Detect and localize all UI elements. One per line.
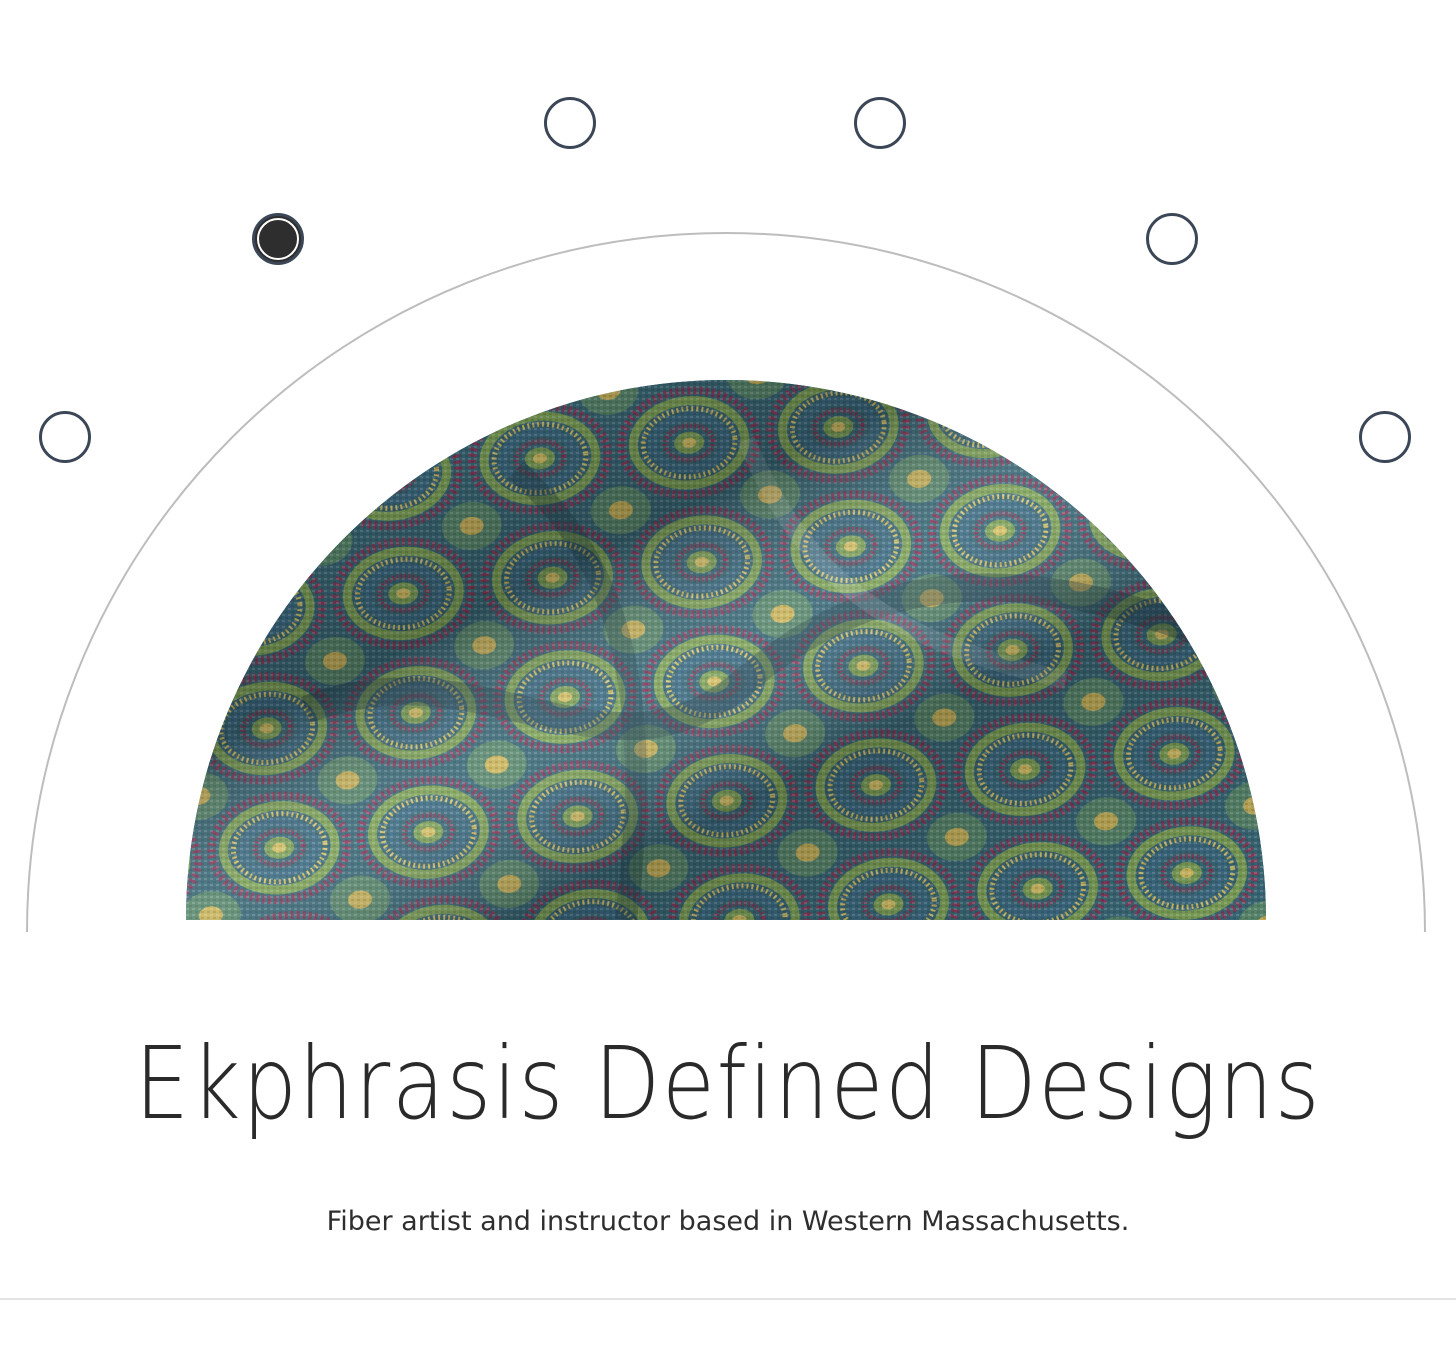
slider-dot-6[interactable] <box>1359 411 1411 463</box>
slider-dot-1[interactable] <box>39 411 91 463</box>
slider-dot-5[interactable] <box>1146 213 1198 265</box>
site-title: Ekphrasis Defined Designs <box>134 1025 1322 1142</box>
slider-dot-2[interactable] <box>252 213 304 265</box>
slider-dot-3[interactable] <box>544 97 596 149</box>
slider-dot-4[interactable] <box>854 97 906 149</box>
section-divider <box>0 1298 1456 1300</box>
hero-section <box>0 0 1456 960</box>
site-tagline: Fiber artist and instructor based in Wes… <box>326 1206 1130 1237</box>
